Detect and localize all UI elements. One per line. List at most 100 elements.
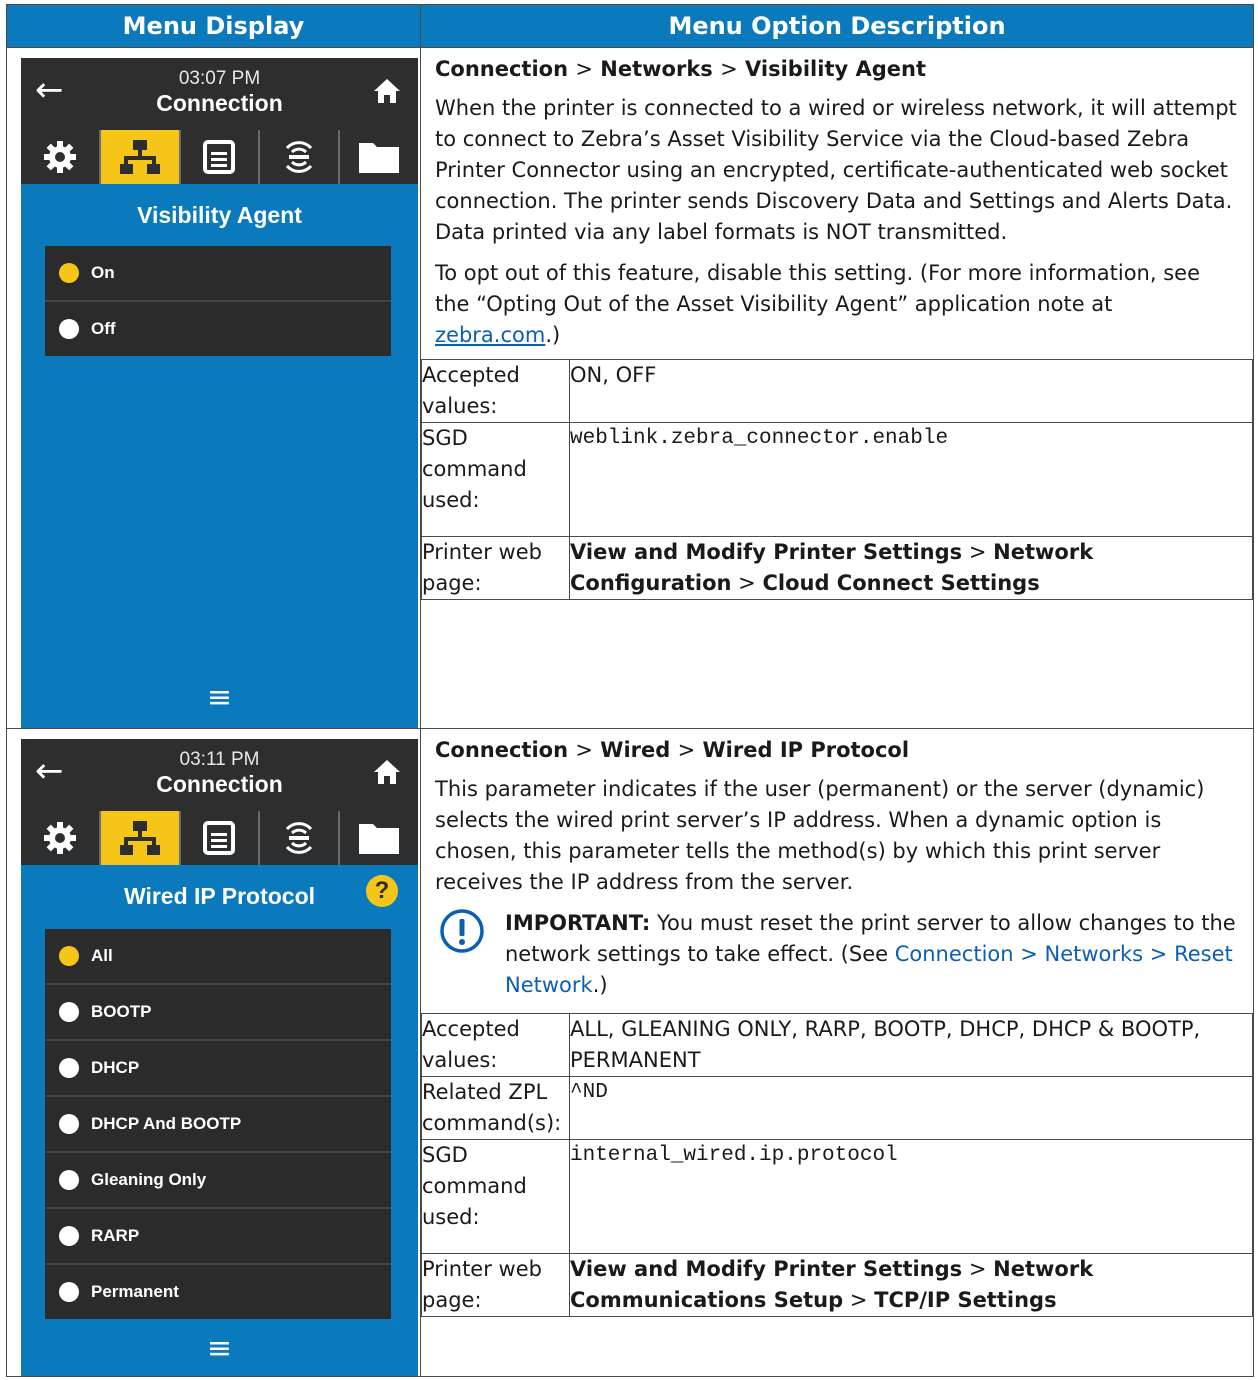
sgd-command-label: SGD command used: [421, 422, 570, 537]
description-text: Connection > Networks > Visibility Agent… [421, 48, 1253, 359]
option-label: Permanent [91, 1282, 179, 1301]
web-path-a: View and Modify Printer Settings [570, 1257, 963, 1281]
option-dhcp[interactable]: DHCP [45, 1039, 391, 1095]
radio-selected-icon [59, 946, 79, 966]
web-path-c: Cloud Connect Settings [762, 571, 1040, 595]
radio-unselected-icon [59, 1114, 79, 1134]
important-note: IMPORTANT: You must reset the print serv… [435, 908, 1239, 1001]
screen-title: Connection [156, 90, 283, 116]
description-paragraph: When the printer is connected to a wired… [435, 96, 1237, 244]
screen-time: 03:07 PM [178, 68, 261, 89]
accepted-values-label: Accepted values: [421, 1013, 570, 1077]
path-separator: > [968, 540, 987, 564]
help-icon[interactable]: ? [366, 875, 398, 907]
path-visibility-agent: Visibility Agent [745, 57, 926, 81]
home-icon[interactable] [372, 76, 402, 106]
radio-unselected-icon [59, 1002, 79, 1022]
opt-out-text: To opt out of this feature, disable this… [435, 261, 1200, 316]
table-row-wired-ip-protocol: ← 03:11 PM Connection Wired IP Protocol … [6, 728, 1254, 1377]
settings-gear-icon [43, 822, 76, 854]
description-paragraph: This parameter indicates if the user (pe… [435, 777, 1205, 894]
path-separator: > [968, 1257, 987, 1281]
path-separator: > [677, 738, 696, 762]
rfid-tab[interactable] [258, 130, 338, 184]
settings-tab[interactable] [21, 130, 99, 184]
printer-screen: ← 03:07 PM Connection Visibility Agent O… [21, 58, 418, 728]
details-table: Accepted values: ALL, GLEANING ONLY, RARP… [421, 1013, 1253, 1317]
menu-path: Connection > Wired > Wired IP Protocol [435, 735, 1239, 766]
printer-icon [203, 821, 236, 855]
zebra-link[interactable]: zebra.com [435, 323, 545, 347]
menu-display-cell: ← 03:07 PM Connection Visibility Agent O… [6, 47, 421, 729]
option-label: Off [91, 319, 116, 338]
path-separator: > [575, 738, 593, 762]
connection-tab[interactable] [98, 130, 179, 184]
option-rarp[interactable]: RARP [45, 1207, 391, 1263]
menu-icon[interactable]: ≡ [21, 680, 418, 715]
category-icon-row [21, 809, 418, 865]
print-tab[interactable] [178, 811, 259, 865]
table-header-row: Menu Display Menu Option Description [6, 4, 1254, 48]
menu-table: Menu Display Menu Option Description ← 0… [6, 4, 1254, 1377]
important-exclamation-icon [440, 909, 484, 953]
storage-tab[interactable] [338, 130, 418, 184]
screen-topbar: ← 03:11 PM Connection [21, 739, 418, 809]
path-connection: Connection [435, 57, 569, 81]
screen-topbar: ← 03:07 PM Connection [21, 58, 418, 128]
radio-unselected-icon [59, 1226, 79, 1246]
printer-web-page-value: View and Modify Printer Settings > Netwo… [569, 536, 1253, 600]
screen-heading: Visibility Agent [137, 202, 302, 228]
accepted-values-value: ON, OFF [569, 359, 1253, 423]
storage-tab[interactable] [338, 811, 418, 865]
option-label: BOOTP [91, 1002, 152, 1021]
opt-out-paragraph: To opt out of this feature, disable this… [435, 258, 1239, 351]
folder-icon [359, 824, 400, 854]
home-icon[interactable] [372, 757, 402, 787]
rfid-icon [286, 822, 313, 854]
opt-out-end: .) [545, 323, 561, 347]
option-label: DHCP And BOOTP [91, 1114, 242, 1133]
important-end: .) [592, 973, 608, 997]
printer-web-page-label: Printer web page: [421, 536, 570, 600]
screen-heading: Wired IP Protocol [123, 883, 316, 909]
description-cell: Connection > Wired > Wired IP Protocol T… [420, 728, 1254, 1377]
path-separator: > [720, 57, 738, 81]
connection-tab[interactable] [98, 811, 179, 865]
zpl-command-label: Related ZPL command(s): [421, 1076, 570, 1140]
option-off[interactable]: Off [45, 300, 391, 356]
screen-heading-wrap: Wired IP Protocol ? [21, 865, 418, 915]
header-menu-option-description: Menu Option Description [420, 4, 1254, 48]
radio-selected-icon [59, 263, 79, 283]
radio-unselected-icon [59, 1058, 79, 1078]
printer-web-page-label: Printer web page: [421, 1253, 570, 1317]
network-icon [119, 821, 160, 855]
table-row: Printer web page: View and Modify Printer… [421, 536, 1253, 600]
option-label: On [91, 263, 115, 282]
option-label: Gleaning Only [91, 1170, 207, 1189]
description-cell: Connection > Networks > Visibility Agent… [420, 47, 1254, 729]
radio-unselected-icon [59, 319, 79, 339]
option-label: RARP [91, 1226, 140, 1245]
option-all[interactable]: All [45, 929, 391, 983]
accepted-values-value: ALL, GLEANING ONLY, RARP, BOOTP, DHCP, D… [569, 1013, 1253, 1077]
print-tab[interactable] [178, 130, 259, 184]
accepted-values-label: Accepted values: [421, 359, 570, 423]
path-separator: > [849, 1288, 868, 1312]
menu-icon[interactable]: ≡ [21, 1331, 418, 1366]
rfid-icon [286, 141, 313, 173]
printer-icon [203, 140, 236, 174]
option-bootp[interactable]: BOOTP [45, 983, 391, 1039]
important-text: IMPORTANT: You must reset the print serv… [505, 908, 1239, 1001]
settings-tab[interactable] [21, 811, 99, 865]
details-table: Accepted values: ON, OFF SGD command used… [421, 359, 1253, 600]
option-on[interactable]: On [45, 246, 391, 300]
table-row: Printer web page: View and Modify Printer… [421, 1253, 1253, 1317]
web-path-c: TCP/IP Settings [874, 1288, 1057, 1312]
rfid-tab[interactable] [258, 811, 338, 865]
option-dhcp-and-bootp[interactable]: DHCP And BOOTP [45, 1095, 391, 1151]
option-gleaning-only[interactable]: Gleaning Only [45, 1151, 391, 1207]
option-permanent[interactable]: Permanent [45, 1263, 391, 1319]
header-menu-display: Menu Display [6, 4, 421, 48]
category-icon-row [21, 128, 418, 184]
settings-gear-icon [43, 141, 76, 173]
